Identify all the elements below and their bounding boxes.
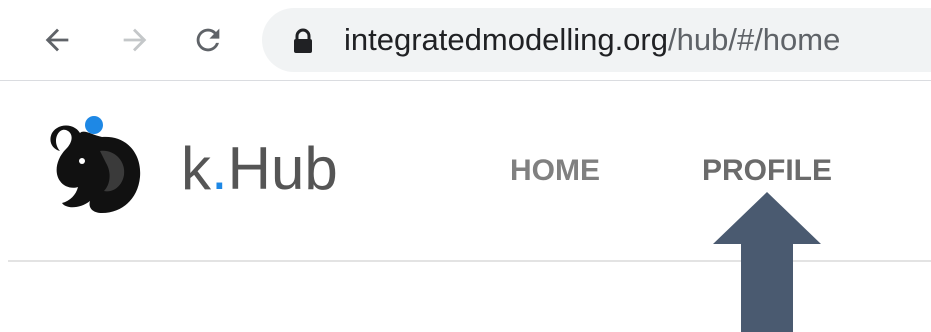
nav-home[interactable]: HOME bbox=[510, 153, 600, 189]
page: integratedmodelling.org/hub/#/home k.Hub… bbox=[0, 0, 931, 332]
arrow-back-icon bbox=[45, 28, 69, 52]
url-text[interactable]: integratedmodelling.org/hub/#/home bbox=[344, 22, 840, 58]
up-arrow-pointer bbox=[713, 192, 821, 332]
brand-title[interactable]: k.Hub bbox=[181, 133, 338, 205]
url-host: integratedmodelling.org bbox=[344, 22, 668, 57]
brand-dot: . bbox=[211, 135, 228, 202]
url-path: /hub/#/home bbox=[668, 22, 841, 57]
brand-suffix: Hub bbox=[227, 135, 338, 202]
nav-profile[interactable]: PROFILE bbox=[702, 153, 832, 189]
forward-button[interactable] bbox=[113, 18, 157, 62]
address-bar[interactable]: integratedmodelling.org/hub/#/home bbox=[262, 8, 931, 72]
reload-icon bbox=[196, 28, 220, 52]
back-button[interactable] bbox=[35, 18, 79, 62]
browser-toolbar: integratedmodelling.org/hub/#/home bbox=[0, 0, 931, 80]
reload-button[interactable] bbox=[186, 18, 230, 62]
arrow-forward-icon bbox=[123, 28, 147, 52]
brand-prefix: k bbox=[181, 135, 211, 202]
k-hub-elephant-logo[interactable] bbox=[44, 115, 144, 217]
lock-icon[interactable] bbox=[292, 28, 314, 54]
